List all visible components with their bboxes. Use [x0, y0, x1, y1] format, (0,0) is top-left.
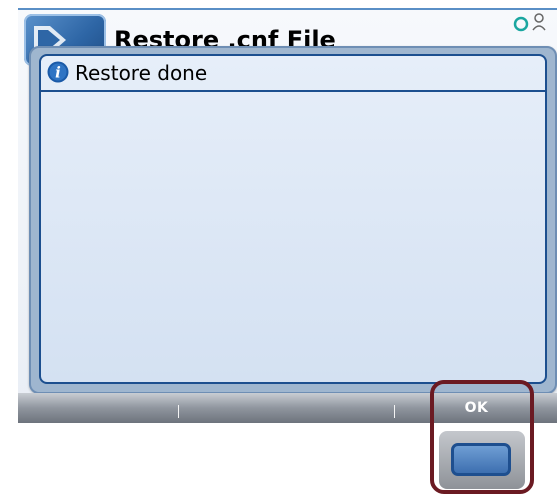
info-icon: i — [47, 61, 69, 83]
softkey-divider — [394, 405, 395, 418]
dialog-body — [41, 92, 545, 382]
softkey-2[interactable] — [180, 393, 394, 423]
dialog-title: Restore done — [75, 61, 208, 85]
restore-dialog: i Restore done — [29, 46, 557, 394]
softkey-bar: OK — [18, 393, 557, 423]
dialog-panel: i Restore done — [39, 54, 547, 384]
ok-softkey[interactable]: OK — [396, 393, 557, 423]
svg-text:i: i — [55, 64, 61, 82]
hardware-key-well — [439, 431, 525, 489]
phone-screen: Restore .cnf File i Restore done OK — [0, 0, 557, 499]
softkey-1[interactable] — [18, 393, 178, 423]
dialog-header: i Restore done — [41, 56, 545, 92]
ok-hardware-key[interactable] — [451, 443, 511, 476]
ok-softkey-label: OK — [464, 400, 489, 416]
network-status-icon — [513, 13, 546, 32]
status-icons — [513, 12, 553, 34]
softkey-divider — [178, 405, 179, 418]
